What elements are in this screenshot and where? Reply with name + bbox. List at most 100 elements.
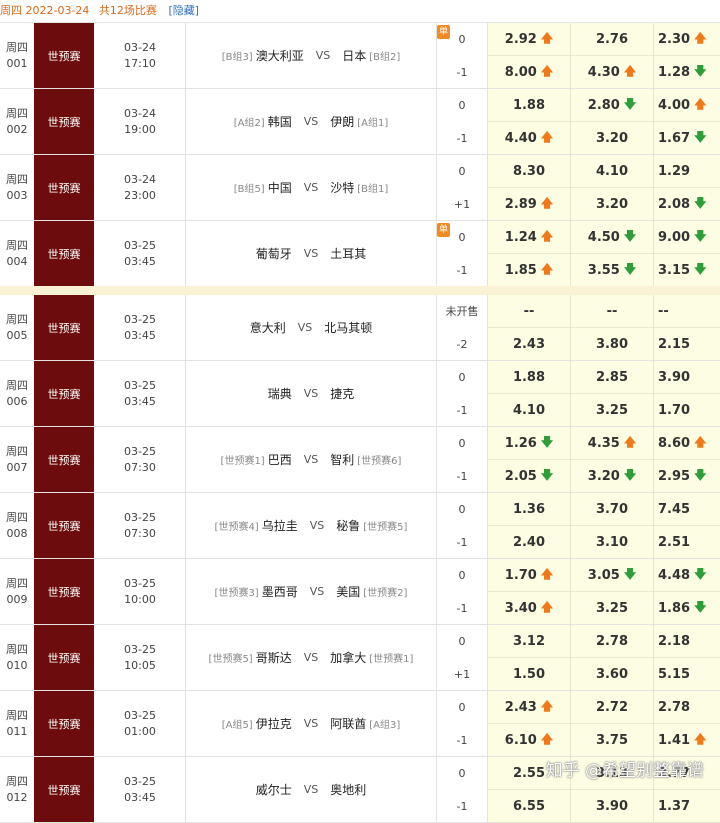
home-team[interactable]: 威尔士 [256,781,292,798]
away-team[interactable]: 伊朗 [330,113,354,130]
odds-cell[interactable]: 8.60 🡅 [654,427,720,459]
odds-cell[interactable]: 1.37 [654,790,720,822]
league-badge[interactable]: 世预赛 [34,493,94,558]
odds-cell[interactable]: 1.41 🡅 [654,724,720,756]
home-team[interactable]: 瑞典 [268,385,292,402]
odds-cell[interactable]: 2.95 🡇 [654,460,720,492]
odds-cell[interactable]: 4.40 🡅 [488,122,571,154]
odds-cell[interactable]: 2.89 🡅 [488,188,571,220]
odds-cell[interactable]: 3.12 [488,625,571,657]
odds-cell[interactable]: 3.20 🡇 [571,460,654,492]
table-row[interactable]: 周四 003 世预赛 03-24 23:00 [B组5] 中国 VS 沙特 [B组1] 0 +1 8.3… [0,155,720,221]
odds-cell[interactable]: 2.78 [654,691,720,723]
league-badge[interactable]: 世预赛 [34,559,94,624]
match-teams[interactable]: [B组5] 中国 VS 沙特 [B组1] [186,155,437,220]
away-team[interactable]: 智利 [330,451,354,468]
odds-cell[interactable]: 1.70 [654,394,720,426]
home-team[interactable]: 巴西 [268,451,292,468]
odds-cell[interactable]: 2.05 🡇 [488,460,571,492]
odds-cell[interactable]: 1.50 [488,658,571,690]
odds-cell[interactable]: 4.48 🡇 [654,559,720,591]
odds-cell[interactable]: 2.80 🡇 [571,89,654,121]
league-badge[interactable]: 世预赛 [34,295,94,360]
odds-cell[interactable]: 1.29 [654,155,720,187]
odds-cell[interactable]: 3.80 [571,328,654,360]
home-team[interactable]: 墨西哥 [262,583,298,600]
odds-cell[interactable]: 4.50 🡇 [571,221,654,253]
odds-cell[interactable]: 1.88 [488,89,571,121]
odds-cell[interactable]: 1.24 🡅 [488,221,571,253]
home-team[interactable]: 哥斯达 [256,649,292,666]
odds-cell[interactable]: 2.76 [571,23,654,55]
odds-cell[interactable]: 3.90 [654,361,720,393]
match-teams[interactable]: [世预赛3] 墨西哥 VS 美国 [世预赛2] [186,559,437,624]
match-teams[interactable]: [B组3] 澳大利亚 VS 日本 [B组2] [186,23,437,88]
away-team[interactable]: 捷克 [330,385,354,402]
odds-cell[interactable]: 4.00 🡅 [654,89,720,121]
match-teams[interactable]: 瑞典 VS 捷克 [186,361,437,426]
odds-cell[interactable]: 3.05 🡇 [571,559,654,591]
odds-cell[interactable]: 3.40 🡅 [488,592,571,624]
odds-cell[interactable]: 3.25 [571,394,654,426]
table-row[interactable]: 周四 005 世预赛 03-25 03:45 意大利 VS 北马其顿 未开售 -2 -- -- -- 2.… [0,295,720,361]
odds-cell[interactable]: 3.25 [571,592,654,624]
odds-cell[interactable]: -- [654,295,720,327]
league-badge[interactable]: 世预赛 [34,221,94,286]
league-badge[interactable]: 世预赛 [34,625,94,690]
away-team[interactable]: 沙特 [330,179,354,196]
odds-cell[interactable]: 3.55 🡇 [571,254,654,286]
away-team[interactable]: 奥地利 [330,781,366,798]
odds-cell[interactable]: 8.30 [488,155,571,187]
match-teams[interactable]: 威尔士 VS 奥地利 [186,757,437,822]
odds-cell[interactable]: 2.18 [654,625,720,657]
table-row[interactable]: 周四 011 世预赛 03-25 01:00 [A组5] 伊拉克 VS 阿联酋 [A组3] 0 -1 2… [0,691,720,757]
away-team[interactable]: 土耳其 [330,245,366,262]
league-badge[interactable]: 世预赛 [34,427,94,492]
table-row[interactable]: 周四 009 世预赛 03-25 10:00 [世预赛3] 墨西哥 VS 美国 [世预赛2] 0 -1… [0,559,720,625]
odds-cell[interactable]: 1.85 🡅 [488,254,571,286]
away-team[interactable]: 阿联酋 [330,715,366,732]
home-team[interactable]: 澳大利亚 [256,47,304,64]
hide-link[interactable]: [隐藏] [168,4,199,17]
odds-cell[interactable]: 3.20 [571,188,654,220]
odds-cell[interactable]: 2.92 🡅 [488,23,571,55]
away-team[interactable]: 北马其顿 [324,319,372,336]
odds-cell[interactable]: 2.43 🡅 [488,691,571,723]
odds-cell[interactable]: 3.75 [571,724,654,756]
odds-cell[interactable]: 1.36 [488,493,571,525]
odds-cell[interactable]: 2.78 [571,625,654,657]
odds-cell[interactable]: 1.26 🡇 [488,427,571,459]
odds-cell[interactable]: 1.86 🡇 [654,592,720,624]
league-badge[interactable]: 世预赛 [34,361,94,426]
odds-cell[interactable]: 2.72 [571,691,654,723]
odds-cell[interactable]: -- [488,295,571,327]
odds-cell[interactable]: 3.70 [571,493,654,525]
home-team[interactable]: 葡萄牙 [256,245,292,262]
odds-cell[interactable]: 1.28 🡇 [654,56,720,88]
odds-cell[interactable]: 2.08 🡇 [654,188,720,220]
odds-cell[interactable]: 4.35 🡅 [571,427,654,459]
odds-cell[interactable]: 1.70 🡅 [488,559,571,591]
away-team[interactable]: 加拿大 [330,649,366,666]
league-badge[interactable]: 世预赛 [34,89,94,154]
home-team[interactable]: 乌拉圭 [262,517,298,534]
odds-cell[interactable]: 2.40 [488,526,571,558]
odds-cell[interactable]: 5.15 [654,658,720,690]
home-team[interactable]: 意大利 [250,319,286,336]
league-badge[interactable]: 世预赛 [34,691,94,756]
table-row[interactable]: 周四 007 世预赛 03-25 07:30 [世预赛1] 巴西 VS 智利 [世预赛6] 0 -1 1… [0,427,720,493]
match-teams[interactable]: [世预赛4] 乌拉圭 VS 秘鲁 [世预赛5] [186,493,437,558]
odds-cell[interactable]: 2.15 [654,328,720,360]
odds-cell[interactable]: 2.51 [654,526,720,558]
odds-cell[interactable]: 2.43 [488,328,571,360]
table-row[interactable]: 周四 006 世预赛 03-25 03:45 瑞典 VS 捷克 0 -1 1.88 2.85 3.90 4… [0,361,720,427]
home-team[interactable]: 伊拉克 [256,715,292,732]
odds-cell[interactable]: 2.30 🡅 [654,23,720,55]
odds-cell[interactable]: 3.10 [571,526,654,558]
table-row[interactable]: 周四 008 世预赛 03-25 07:30 [世预赛4] 乌拉圭 VS 秘鲁 [世预赛5] 0 -1… [0,493,720,559]
odds-cell[interactable]: 4.30 🡅 [571,56,654,88]
match-teams[interactable]: [A组5] 伊拉克 VS 阿联酋 [A组3] [186,691,437,756]
odds-cell[interactable]: 1.88 [488,361,571,393]
odds-cell[interactable]: 4.10 [488,394,571,426]
match-teams[interactable]: [A组2] 韩国 VS 伊朗 [A组1] [186,89,437,154]
